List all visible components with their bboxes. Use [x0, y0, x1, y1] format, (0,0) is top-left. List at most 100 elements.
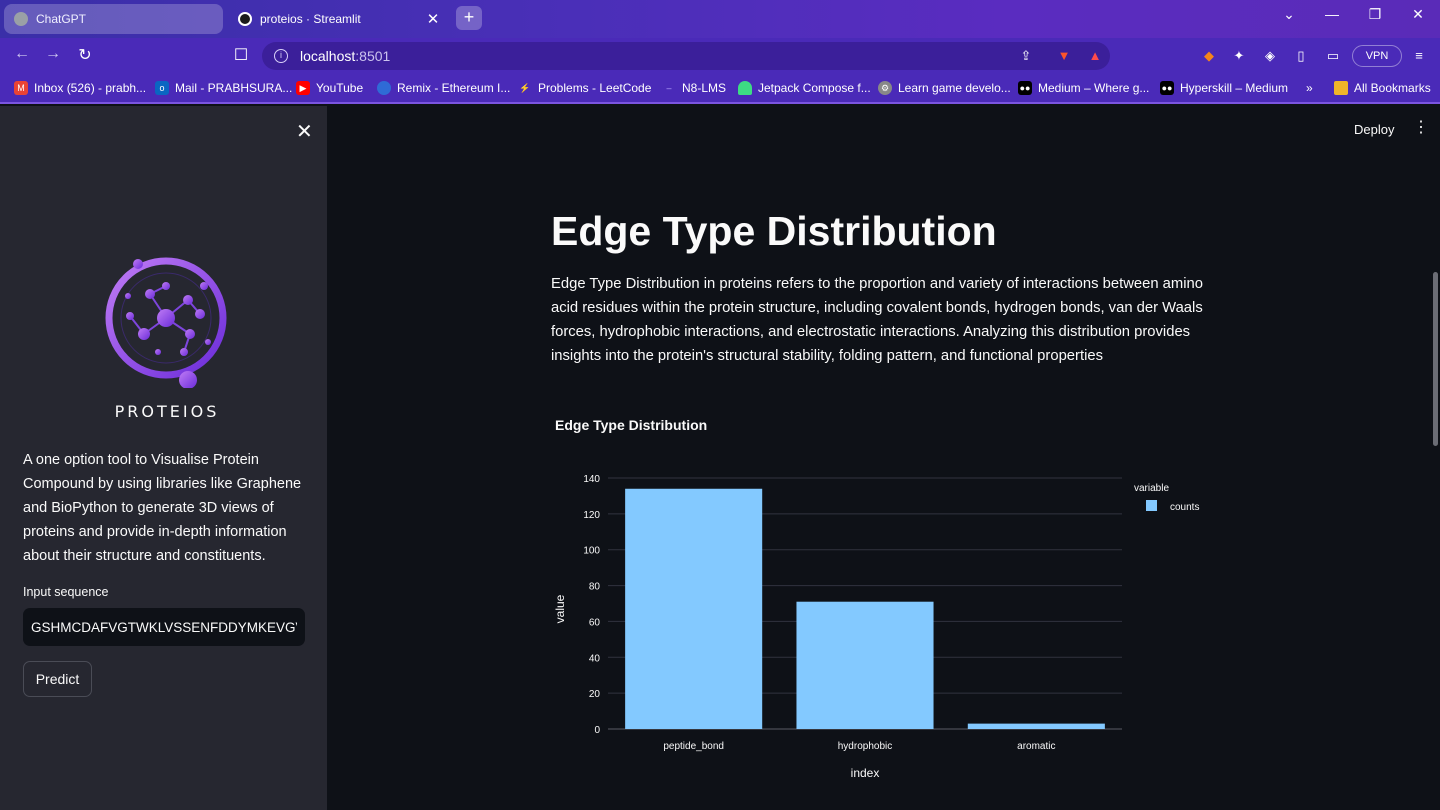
legend-item-label: counts: [1170, 502, 1199, 513]
streamlit-icon: [238, 12, 252, 26]
close-sidebar-icon[interactable]: ✕: [296, 122, 313, 142]
y-tick-label: 60: [589, 617, 601, 628]
sidebar-toggle-icon[interactable]: ▯: [1293, 48, 1309, 64]
bookmark-item[interactable]: Remix - Ethereum I...: [377, 81, 510, 95]
y-tick-label: 80: [589, 582, 601, 593]
y-tick-label: 100: [583, 546, 600, 557]
y-tick-label: 20: [589, 689, 601, 700]
game-icon: ⚙: [878, 81, 892, 95]
bookmark-label: Remix - Ethereum I...: [397, 81, 511, 95]
share-icon[interactable]: ⇪: [1018, 48, 1034, 64]
bookmark-item[interactable]: ●● Medium – Where g...: [1018, 81, 1149, 95]
legend-title: variable: [1134, 483, 1169, 494]
medium-icon: ●●: [1018, 81, 1032, 95]
bookmarks-overflow-button[interactable]: »: [1306, 81, 1313, 95]
medium-icon: ●●: [1160, 81, 1174, 95]
wallet-icon[interactable]: ▭: [1325, 48, 1341, 64]
y-tick-labels: 0 20 40 60 80 100 120 140: [583, 474, 600, 736]
minimize-icon[interactable]: —: [1322, 6, 1342, 22]
predict-button[interactable]: Predict: [23, 661, 92, 697]
brave-shields-icon[interactable]: ▼: [1056, 48, 1072, 64]
close-tab-icon[interactable]: ✕: [426, 10, 440, 28]
address-bar[interactable]: i localhost:8501: [262, 42, 1110, 70]
y-axis-label: value: [553, 594, 567, 623]
bar[interactable]: [625, 488, 763, 729]
remix-icon: [377, 81, 391, 95]
x-tick-label: hydrophobic: [838, 741, 892, 752]
url-host: localhost: [300, 48, 356, 64]
vpn-label: VPN: [1365, 50, 1389, 62]
android-icon: [738, 81, 752, 95]
tab-proteios[interactable]: proteios · Streamlit ✕: [228, 4, 450, 34]
bookmark-icon[interactable]: ☐: [231, 45, 251, 65]
tab-title: ChatGPT: [36, 12, 87, 26]
tab-search-chevron-icon[interactable]: ⌄: [1279, 6, 1299, 23]
sidebar: ✕ PROTEIOS A one option tool to Visualis…: [0, 106, 327, 810]
browser-toolbar: ← → ↻ ☐ i localhost:8501 ⇪ ▼ ▲ ◆ ✦ ◈ ▯ ▭…: [0, 38, 1440, 74]
scrollbar[interactable]: [1433, 272, 1438, 446]
youtube-icon: ▶: [296, 81, 310, 95]
forward-icon[interactable]: →: [43, 45, 63, 63]
brave-rewards-icon[interactable]: ▲: [1087, 48, 1103, 64]
legend-swatch[interactable]: [1146, 500, 1157, 511]
tab-strip: ChatGPT proteios · Streamlit ✕ + ⌄ — ❐ ✕: [0, 0, 1440, 38]
bar[interactable]: [967, 723, 1105, 729]
y-tick-label: 0: [594, 725, 600, 736]
bookmark-item[interactable]: ●● Hyperskill – Medium: [1160, 81, 1288, 95]
folder-icon: [1334, 81, 1348, 95]
outlook-icon: o: [155, 81, 169, 95]
all-bookmarks-button[interactable]: All Bookmarks: [1334, 81, 1431, 95]
x-tick-label: peptide_bond: [663, 741, 724, 752]
sequence-input[interactable]: [23, 608, 305, 646]
metamask-icon[interactable]: ◆: [1201, 48, 1217, 64]
input-sequence-label: Input sequence: [23, 585, 109, 599]
bar-chart: Edge Type Distribution peptide_bond hydro…: [553, 417, 1199, 780]
overflow-label: »: [1306, 81, 1313, 95]
bookmark-label: Mail - PRABHSURA...: [175, 81, 293, 95]
bookmark-item[interactable]: ▶ YouTube: [296, 81, 363, 95]
restore-icon[interactable]: ❐: [1365, 6, 1385, 23]
menu-icon[interactable]: ≡: [1411, 48, 1427, 64]
bookmark-label: All Bookmarks: [1354, 81, 1431, 95]
x-axis-label: index: [851, 766, 880, 780]
bookmark-label: N8-LMS: [682, 81, 727, 95]
bar[interactable]: [796, 601, 934, 729]
lms-icon: –: [666, 83, 672, 93]
kebab-menu-icon[interactable]: ⋮: [1413, 120, 1429, 136]
browser-window: ChatGPT proteios · Streamlit ✕ + ⌄ — ❐ ✕…: [0, 0, 1440, 810]
bookmark-label: Jetpack Compose f...: [758, 81, 871, 95]
deploy-button[interactable]: Deploy: [1354, 122, 1394, 137]
app-description: A one option tool to Visualise Protein C…: [23, 452, 302, 564]
tab-chatgpt[interactable]: ChatGPT: [4, 4, 223, 34]
leo-ai-icon[interactable]: ◈: [1262, 48, 1278, 64]
url-port: :8501: [355, 48, 391, 64]
page-title: Edge Type Distribution: [551, 208, 997, 254]
brand-name: PROTEIOS: [114, 402, 220, 421]
x-tick-labels: peptide_bond hydrophobic aromatic: [663, 741, 1055, 752]
url-text: localhost:8501: [300, 48, 390, 64]
y-tick-label: 120: [583, 510, 600, 521]
site-info-icon[interactable]: i: [274, 49, 288, 63]
window-close-icon[interactable]: ✕: [1408, 6, 1428, 23]
bookmark-label: Inbox (526) - prabh...: [34, 81, 147, 95]
bookmark-item[interactable]: M Inbox (526) - prabh...: [14, 81, 146, 95]
proteios-logo: [105, 257, 227, 388]
vpn-button[interactable]: VPN: [1352, 45, 1402, 67]
extensions-icon[interactable]: ✦: [1231, 48, 1247, 64]
bookmark-item[interactable]: o Mail - PRABHSURA...: [155, 81, 292, 95]
bookmark-item[interactable]: – N8-LMS: [662, 81, 726, 95]
main-content: Deploy ⋮ Edge Type Distribution Edge Typ…: [327, 106, 1440, 810]
bookmark-label: Learn game develo...: [898, 81, 1011, 95]
y-tick-label: 140: [583, 474, 600, 485]
bookmarks-bar: M Inbox (526) - prabh... o Mail - PRABHSUR…: [0, 74, 1440, 104]
bookmark-item[interactable]: ⚙ Learn game develo...: [878, 81, 1011, 95]
bookmark-label: Medium – Where g...: [1038, 81, 1150, 95]
chart-legend: variable counts: [1134, 483, 1199, 513]
y-tick-label: 40: [589, 653, 601, 664]
bookmark-item[interactable]: ⚡ Problems - LeetCode: [518, 81, 651, 95]
bookmark-item[interactable]: Jetpack Compose f...: [738, 81, 871, 95]
back-icon[interactable]: ←: [12, 45, 32, 63]
bookmark-label: YouTube: [316, 81, 364, 95]
new-tab-button[interactable]: +: [456, 6, 482, 30]
reload-icon[interactable]: ↻: [75, 45, 95, 65]
